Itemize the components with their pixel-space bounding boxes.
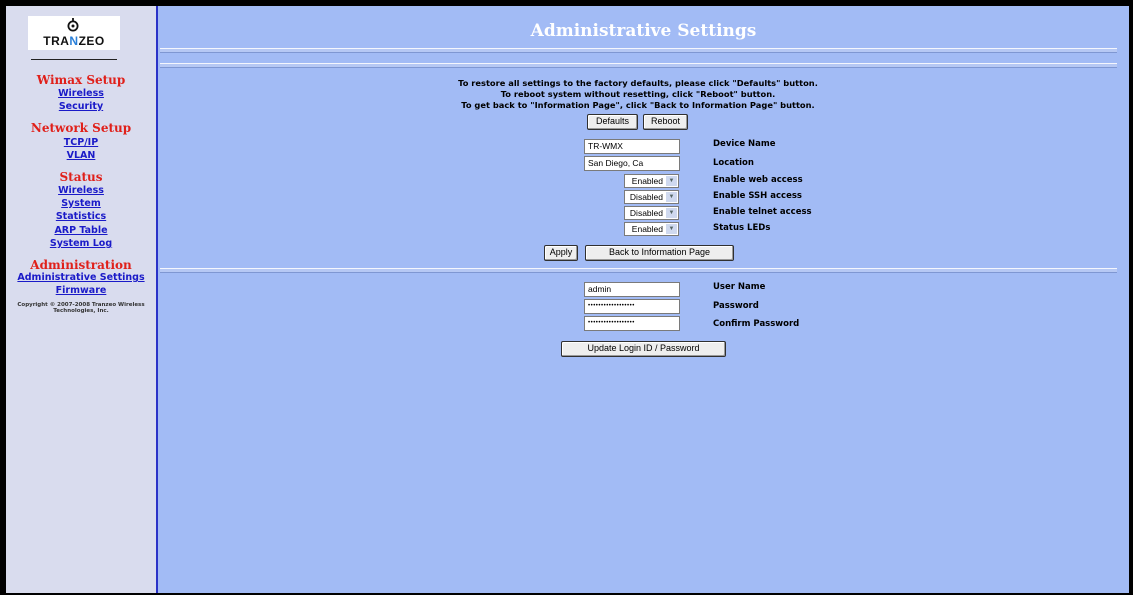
telnet-access-select[interactable]: Disabled ▼ — [624, 206, 679, 220]
divider-login — [160, 268, 1117, 273]
divider-second — [160, 63, 1117, 68]
section-title-network-setup: Network Setup — [30, 121, 132, 135]
section-title-administration: Administration — [30, 258, 132, 272]
sidebar-link-tcpip[interactable]: TCP/IP — [6, 137, 156, 148]
sidebar-link-firmware[interactable]: Firmware — [6, 285, 156, 296]
update-login-password-button[interactable]: Update Login ID / Password — [561, 341, 726, 357]
status-leds-label: Status LEDs — [713, 223, 771, 233]
web-access-value: Enabled — [631, 176, 663, 186]
password-input[interactable]: •••••••••••••••••• — [584, 299, 680, 314]
tranzeo-swirl-icon — [67, 18, 79, 32]
sidebar-link-arp-table[interactable]: ARP Table — [6, 225, 156, 236]
copyright-notice: Copyright © 2007-2008 Tranzeo Wireless T… — [6, 302, 156, 314]
location-input[interactable]: San Diego, Ca — [584, 156, 680, 171]
sidebar-link-status-wireless[interactable]: Wireless — [6, 185, 156, 196]
logo-divider — [31, 59, 117, 60]
location-label: Location — [713, 158, 754, 168]
password-label: Password — [713, 301, 759, 311]
sidebar: TRANZEO Wimax Setup Wireless Security Ne… — [6, 6, 158, 593]
defaults-button[interactable]: Defaults — [587, 114, 638, 130]
device-name-input[interactable]: TR-WMX — [584, 139, 680, 154]
sidebar-link-vlan[interactable]: VLAN — [6, 150, 156, 161]
back-to-information-page-button[interactable]: Back to Information Page — [585, 245, 734, 261]
sidebar-link-administrative-settings[interactable]: Administrative Settings — [6, 272, 156, 283]
confirm-password-input[interactable]: •••••••••••••••••• — [584, 316, 680, 331]
main-content: Administrative Settings To restore all s… — [158, 6, 1129, 593]
chevron-down-icon: ▼ — [666, 224, 677, 234]
chevron-down-icon: ▼ — [666, 176, 677, 186]
device-name-label: Device Name — [713, 139, 776, 149]
sidebar-link-wimax-security[interactable]: Security — [6, 101, 156, 112]
telnet-access-label: Enable telnet access — [713, 207, 812, 217]
logo-wordmark: TRANZEO — [28, 34, 120, 48]
instruction-reboot: To reboot system without resetting, clic… — [500, 89, 776, 99]
user-name-input[interactable]: admin — [584, 282, 680, 297]
ssh-access-select[interactable]: Disabled ▼ — [624, 190, 679, 204]
web-access-select[interactable]: Enabled ▼ — [624, 174, 679, 188]
section-title-wimax-setup: Wimax Setup — [36, 73, 126, 87]
instruction-back: To get back to "Information Page", click… — [461, 100, 815, 110]
status-leds-select[interactable]: Enabled ▼ — [624, 222, 679, 236]
ssh-access-label: Enable SSH access — [713, 191, 802, 201]
status-leds-value: Enabled — [631, 224, 663, 234]
telnet-access-value: Disabled — [629, 208, 663, 218]
tranzeo-logo: TRANZEO — [28, 16, 120, 50]
sidebar-link-system-log[interactable]: System Log — [6, 238, 156, 249]
browser-frame: TRANZEO Wimax Setup Wireless Security Ne… — [6, 6, 1129, 593]
user-name-label: User Name — [713, 282, 766, 292]
confirm-password-label: Confirm Password — [713, 319, 800, 329]
page-title: Administrative Settings — [530, 21, 757, 41]
chevron-down-icon: ▼ — [666, 192, 677, 202]
instruction-defaults: To restore all settings to the factory d… — [458, 78, 818, 88]
copyright-line-2: Technologies, Inc. — [53, 308, 109, 314]
logo-text-n: N — [69, 34, 79, 48]
section-title-status: Status — [59, 170, 103, 184]
sidebar-link-wimax-wireless[interactable]: Wireless — [6, 88, 156, 99]
logo-text-post: ZEO — [78, 34, 105, 48]
web-access-label: Enable web access — [713, 175, 803, 185]
logo-text-pre: TRA — [43, 34, 70, 48]
apply-button[interactable]: Apply — [544, 245, 578, 261]
ssh-access-value: Disabled — [629, 192, 663, 202]
reboot-button[interactable]: Reboot — [643, 114, 688, 130]
chevron-down-icon: ▼ — [666, 208, 677, 218]
divider-top — [160, 48, 1117, 53]
sidebar-link-statistics[interactable]: Statistics — [6, 211, 156, 222]
sidebar-link-system[interactable]: System — [6, 198, 156, 209]
